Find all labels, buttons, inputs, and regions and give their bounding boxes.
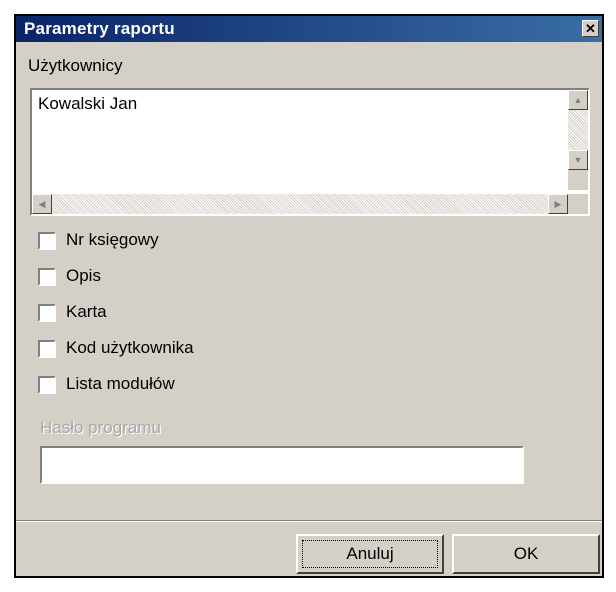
users-listbox[interactable]: Kowalski Jan ▲ ▼ ◀ ▶ (30, 88, 590, 216)
list-item[interactable]: Kowalski Jan (38, 94, 137, 114)
scrollbar-corner (568, 194, 588, 214)
vertical-scrollbar[interactable]: ▲ ▼ (568, 90, 588, 190)
report-parameters-dialog: Parametry raportu ✕ Użytkownicy Kowalski… (14, 14, 604, 578)
lista-modulow-checkbox[interactable] (38, 376, 56, 394)
karta-label: Karta (66, 302, 107, 321)
opis-label: Opis (66, 266, 101, 285)
nr-ksiegowy-label: Nr księgowy (66, 230, 159, 249)
focus-rectangle (302, 540, 438, 568)
ok-button[interactable]: OK (452, 534, 600, 574)
scroll-left-icon[interactable]: ◀ (32, 194, 52, 214)
cancel-button[interactable]: Anuluj (296, 534, 444, 574)
ok-button-label: OK (513, 544, 539, 563)
opis-checkbox[interactable] (38, 268, 56, 286)
lista-modulow-label: Lista modułów (66, 374, 175, 393)
title-bar[interactable]: Parametry raportu ✕ (16, 16, 602, 42)
footer-separator (16, 520, 602, 522)
vertical-scroll-track[interactable] (568, 110, 588, 150)
close-icon[interactable]: ✕ (582, 20, 599, 37)
users-label: Użytkownicy (28, 56, 123, 75)
kod-uzytkownika-label: Kod użytkownika (66, 338, 194, 357)
karta-checkbox[interactable] (38, 304, 56, 322)
program-password-input[interactable] (40, 446, 524, 484)
scroll-down-icon[interactable]: ▼ (568, 150, 588, 170)
dialog-title: Parametry raportu (24, 19, 175, 38)
nr-ksiegowy-checkbox[interactable] (38, 232, 56, 250)
horizontal-scrollbar[interactable]: ◀ ▶ (32, 194, 568, 214)
scroll-right-icon[interactable]: ▶ (548, 194, 568, 214)
scroll-up-icon[interactable]: ▲ (568, 90, 588, 110)
program-password-label: Hasło programu (40, 418, 161, 437)
kod-uzytkownika-checkbox[interactable] (38, 340, 56, 358)
